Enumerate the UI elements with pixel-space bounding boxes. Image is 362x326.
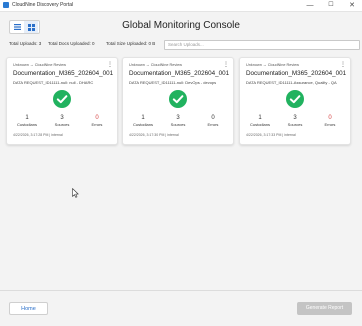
errors-count: 0 <box>95 115 99 121</box>
card-timestamp: 4/22/2026, 3:17:30 PM | internal <box>129 133 179 137</box>
errors-label: Errors <box>207 122 219 127</box>
total-docs-stat: Total Docs Uploaded: 0 <box>48 41 95 46</box>
sources-label: Sources <box>287 122 303 127</box>
sources-metric: 3 Sources <box>163 115 193 127</box>
custodians-count: 1 <box>25 115 29 121</box>
custodians-metric: 1 Custodians <box>12 115 42 127</box>
app-logo-icon <box>3 2 9 8</box>
upload-card[interactable]: Unknown → CloudNine Review ⋮ Documentati… <box>6 57 118 145</box>
generate-report-button[interactable]: Generate Report <box>297 302 352 315</box>
check-circle-icon <box>169 90 187 108</box>
home-button[interactable]: Home <box>9 302 48 315</box>
maximize-button[interactable]: ☐ <box>323 0 339 11</box>
sources-count: 3 <box>176 115 180 121</box>
workflow-label: Unknown → CloudNine Review <box>13 63 66 67</box>
custodians-label: Custodians <box>249 122 270 127</box>
card-timestamp: 4/22/2026, 3:17:33 PM | internal <box>246 133 296 137</box>
sources-count: 3 <box>293 115 297 121</box>
workflow-label: Unknown → CloudNine Review <box>129 63 182 67</box>
total-uploads-stat: Total Uploads: 3 <box>9 41 42 46</box>
errors-count: 0 <box>211 115 215 121</box>
more-options-icon[interactable]: ⋮ <box>107 62 113 69</box>
mouse-cursor-icon <box>72 188 79 198</box>
custodians-count: 1 <box>258 115 262 121</box>
card-title: Documentation_M365_202604_001 <box>13 70 114 77</box>
page-title: Global Monitoring Console <box>122 20 240 31</box>
custodians-label: Custodians <box>16 122 37 127</box>
more-options-icon[interactable]: ⋮ <box>340 62 346 69</box>
card-title: Documentation_M365_202604_001 <box>246 70 347 77</box>
errors-metric: 0 Errors <box>198 115 228 127</box>
errors-count: 0 <box>328 115 332 121</box>
errors-metric: 0 Errors <box>315 115 345 127</box>
more-options-icon[interactable]: ⋮ <box>223 62 229 69</box>
upload-card[interactable]: Unknown → CloudNine Review ⋮ Documentati… <box>122 57 234 145</box>
errors-label: Errors <box>91 122 103 127</box>
data-request-label: DATA REQUEST_ID11111-null: null - DHARC <box>13 80 94 85</box>
card-timestamp: 4/22/2026, 3:17:28 PM | internal <box>13 133 63 137</box>
data-request-label: DATA REQUEST_ID11111-null: DevOps - devo… <box>129 80 217 85</box>
check-circle-icon <box>286 90 304 108</box>
title-bar: CloudNine Discovery Portal — ☐ ✕ <box>0 0 362 12</box>
upload-card[interactable]: Unknown → CloudNine Review ⋮ Documentati… <box>239 57 351 145</box>
custodians-metric: 1 Custodians <box>245 115 275 127</box>
sources-label: Sources <box>54 122 70 127</box>
errors-metric: 0 Errors <box>82 115 112 127</box>
sources-metric: 3 Sources <box>47 115 77 127</box>
close-button[interactable]: ✕ <box>344 0 360 11</box>
workflow-label: Unknown → CloudNine Review <box>246 63 299 67</box>
sources-label: Sources <box>170 122 186 127</box>
window-title: CloudNine Discovery Portal <box>12 2 74 8</box>
search-input[interactable] <box>164 40 360 50</box>
sources-metric: 3 Sources <box>280 115 310 127</box>
custodians-count: 1 <box>141 115 145 121</box>
check-circle-icon <box>53 90 71 108</box>
minimize-button[interactable]: — <box>302 0 318 11</box>
sources-count: 3 <box>60 115 64 121</box>
total-size-stat: Total Size Uploaded: 0 B <box>106 41 156 46</box>
errors-label: Errors <box>324 122 336 127</box>
data-request-label: DATA REQUEST_ID11111-Assurance, Quality … <box>246 80 337 85</box>
card-title: Documentation_M365_202604_001 <box>129 70 230 77</box>
custodians-label: Custodians <box>132 122 153 127</box>
custodians-metric: 1 Custodians <box>128 115 158 127</box>
footer-bar: Home Generate Report <box>0 290 362 326</box>
